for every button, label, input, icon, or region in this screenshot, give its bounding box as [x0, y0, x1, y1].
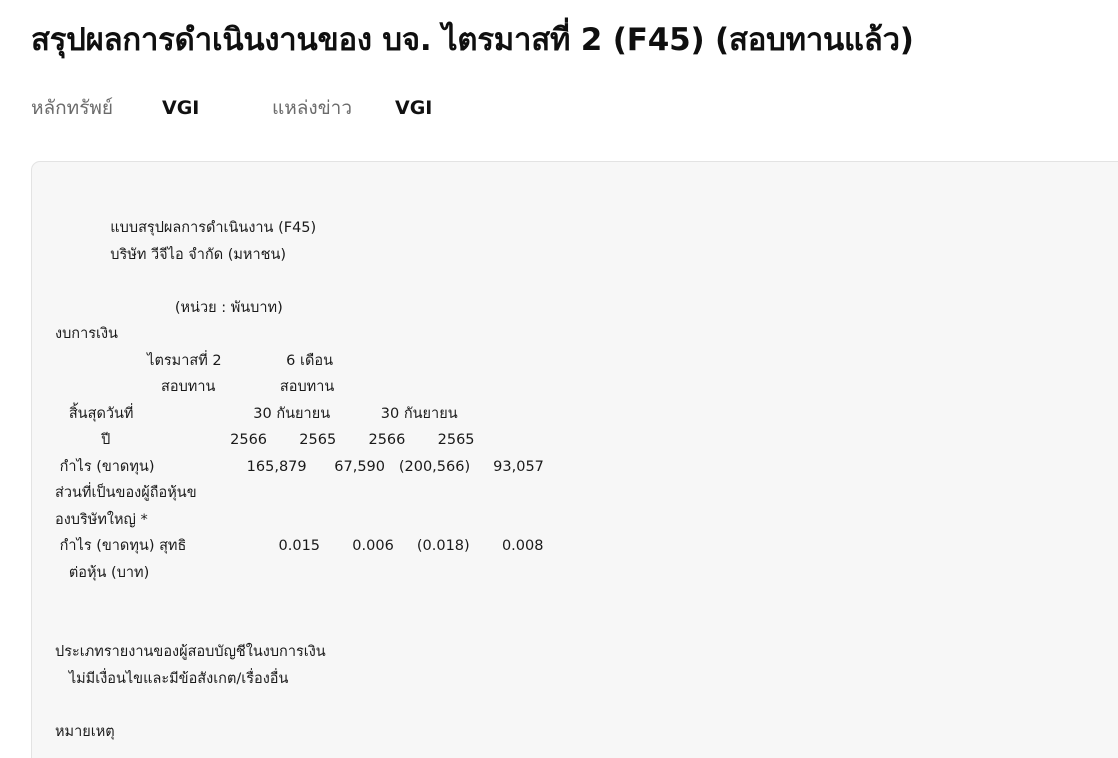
news-body-line: สอบทาน สอบทาน — [55, 379, 335, 395]
news-body-line: งบการเงิน — [55, 326, 118, 342]
news-body-line: ต่อหุ้น (บาท) — [55, 564, 150, 581]
news-body-line: สิ้นสุดวันที่ 30 กันยายน 30 กันยายน — [55, 405, 458, 422]
news-body-line: (หน่วย : พันบาท) — [55, 299, 283, 316]
news-body-line — [55, 586, 1095, 613]
security-label: หลักทรัพย์ — [31, 97, 114, 119]
news-body-line: หมายเหตุ — [55, 723, 115, 740]
news-body-line: บริษัท วีจีไอ จำกัด (มหาชน) — [55, 246, 287, 263]
page-title: สรุปผลการดำเนินงานของ บจ. ไตรมาสที่ 2 (F… — [31, 22, 914, 58]
news-body-line — [55, 613, 1095, 640]
news-body-line: กำไร (ขาดทุน) สุทธิ 0.015 0.006 (0.018) … — [55, 538, 544, 554]
news-body-line: ไม่มีเงื่อนไขและมีข้อสังเกต/เรื่องอื่น — [55, 670, 289, 687]
news-body-line: ปี 2566 2565 2566 2565 — [55, 432, 475, 448]
news-body-line: องบริษัทใหญ่ * — [55, 511, 148, 528]
news-body-text: แบบสรุปผลการดำเนินงาน (F45) บริษัท วีจีไ… — [55, 215, 1095, 758]
news-body-line: แบบสรุปผลการดำเนินงาน (F45) — [55, 220, 317, 236]
news-body-line: ส่วนที่เป็นของผู้ถือหุ้นข — [55, 485, 197, 501]
news-body-line: กำไร (ขาดทุน) 165,879 67,590 (200,566) 9… — [55, 458, 544, 475]
source-label: แหล่งข่าว — [272, 97, 353, 119]
news-body-line — [55, 268, 1095, 295]
source-value: VGI — [395, 97, 433, 119]
news-body-line: ประเภทรายงานของผู้สอบบัญชีในงบการเงิน — [55, 644, 326, 660]
security-value[interactable]: VGI — [162, 92, 199, 124]
news-body-line — [55, 692, 1095, 719]
news-meta-row: หลักทรัพย์ VGI แหล่งข่าว VGI — [31, 92, 731, 124]
news-body-line: ไตรมาสที่ 2 6 เดือน — [55, 352, 333, 369]
